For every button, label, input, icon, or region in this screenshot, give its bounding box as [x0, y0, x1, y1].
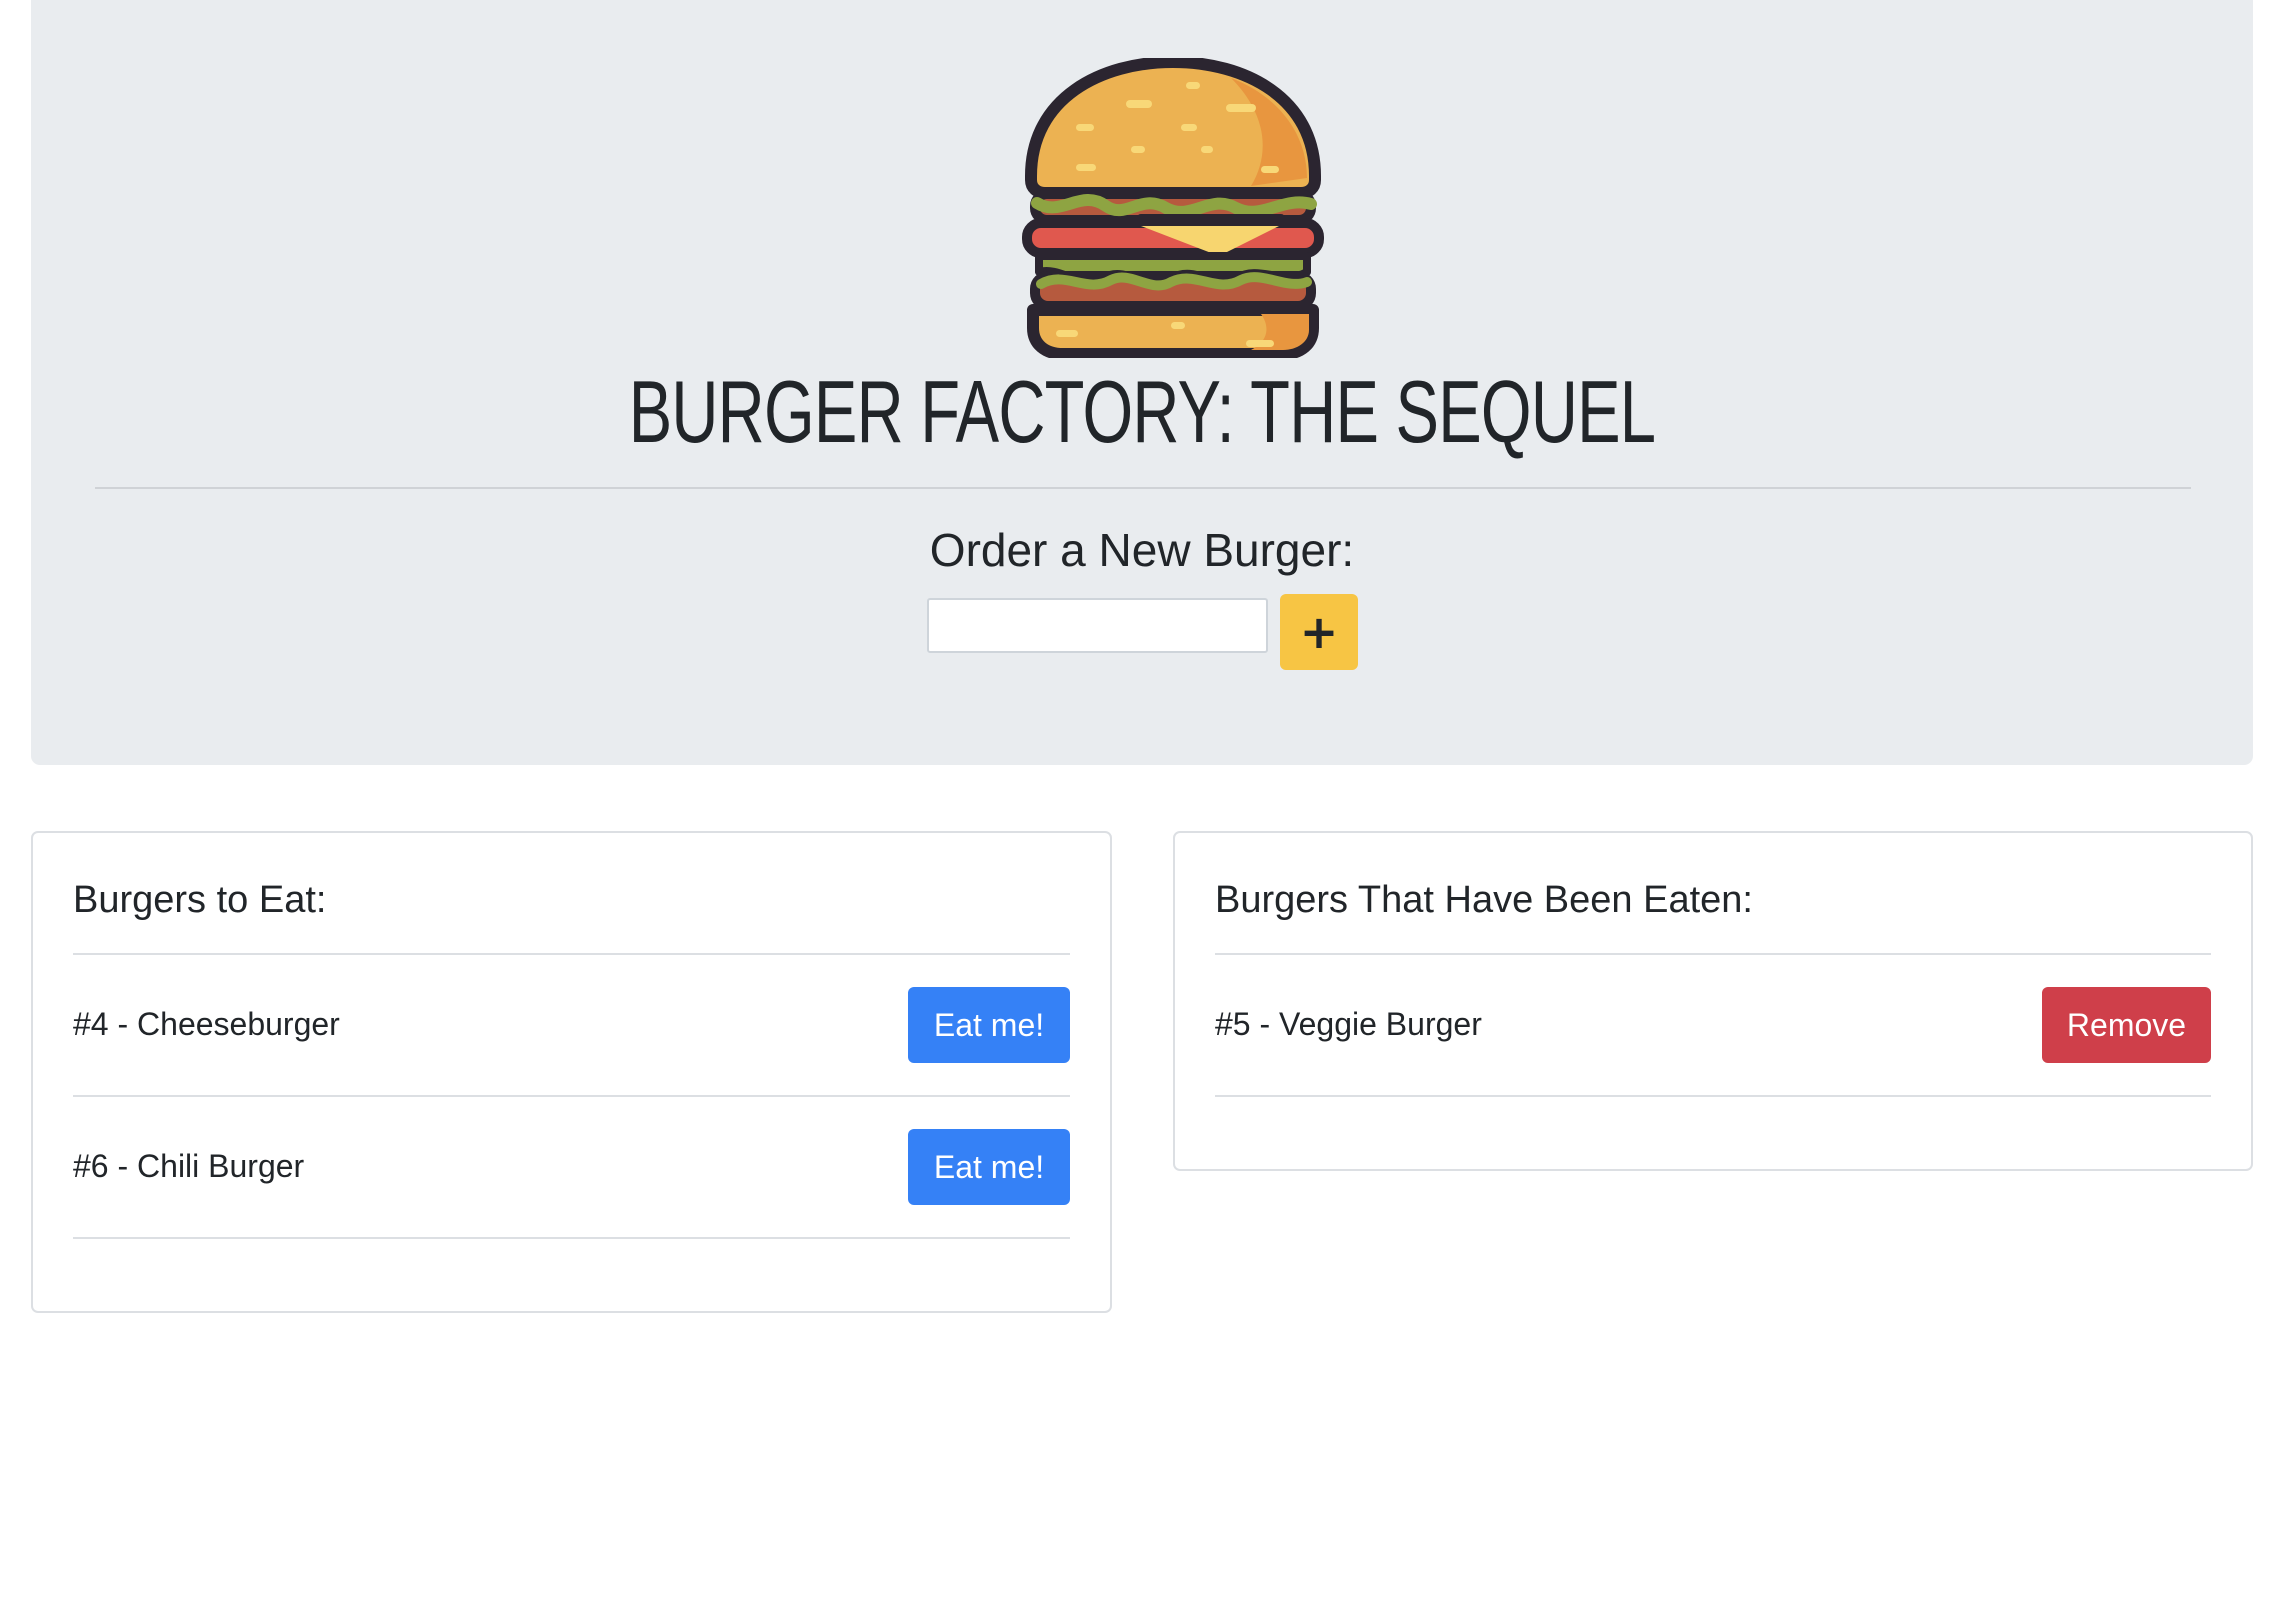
burger-name: #4 - Cheeseburger — [73, 1006, 340, 1042]
burgers-to-eat-list: #4 - Cheeseburger Eat me! #6 - Chili Bur… — [73, 953, 1070, 1239]
burger-name: #5 - Veggie Burger — [1215, 1006, 1482, 1042]
page-title: BURGER FACTORY: THE SEQUEL — [628, 362, 1656, 461]
list-item: #5 - Veggie Burger Remove — [1215, 955, 2211, 1097]
burgers-to-eat-card: Burgers to Eat: #4 - Cheeseburger Eat me… — [31, 831, 1112, 1313]
add-burger-button[interactable]: + — [1280, 594, 1358, 670]
eat-me-button[interactable]: Eat me! — [908, 987, 1070, 1063]
eaten-burgers-card: Burgers That Have Been Eaten: #5 - Veggi… — [1173, 831, 2253, 1171]
eat-me-button[interactable]: Eat me! — [908, 1129, 1070, 1205]
header-divider — [95, 487, 2191, 489]
order-label: Order a New Burger: — [929, 524, 1355, 576]
list-item: #6 - Chili Burger Eat me! — [73, 1097, 1070, 1239]
eaten-burgers-title: Burgers That Have Been Eaten: — [1215, 879, 1753, 921]
remove-button[interactable]: Remove — [2042, 987, 2211, 1063]
list-item: #4 - Cheeseburger Eat me! — [73, 955, 1070, 1097]
burger-icon — [1022, 58, 1324, 358]
burger-name: #6 - Chili Burger — [73, 1148, 305, 1184]
burgers-to-eat-title: Burgers to Eat: — [73, 879, 327, 921]
header-jumbotron: BURGER FACTORY: THE SEQUEL Order a New B… — [31, 0, 2253, 765]
burger-name-input[interactable] — [927, 598, 1268, 653]
eaten-burgers-list: #5 - Veggie Burger Remove — [1215, 953, 2211, 1097]
